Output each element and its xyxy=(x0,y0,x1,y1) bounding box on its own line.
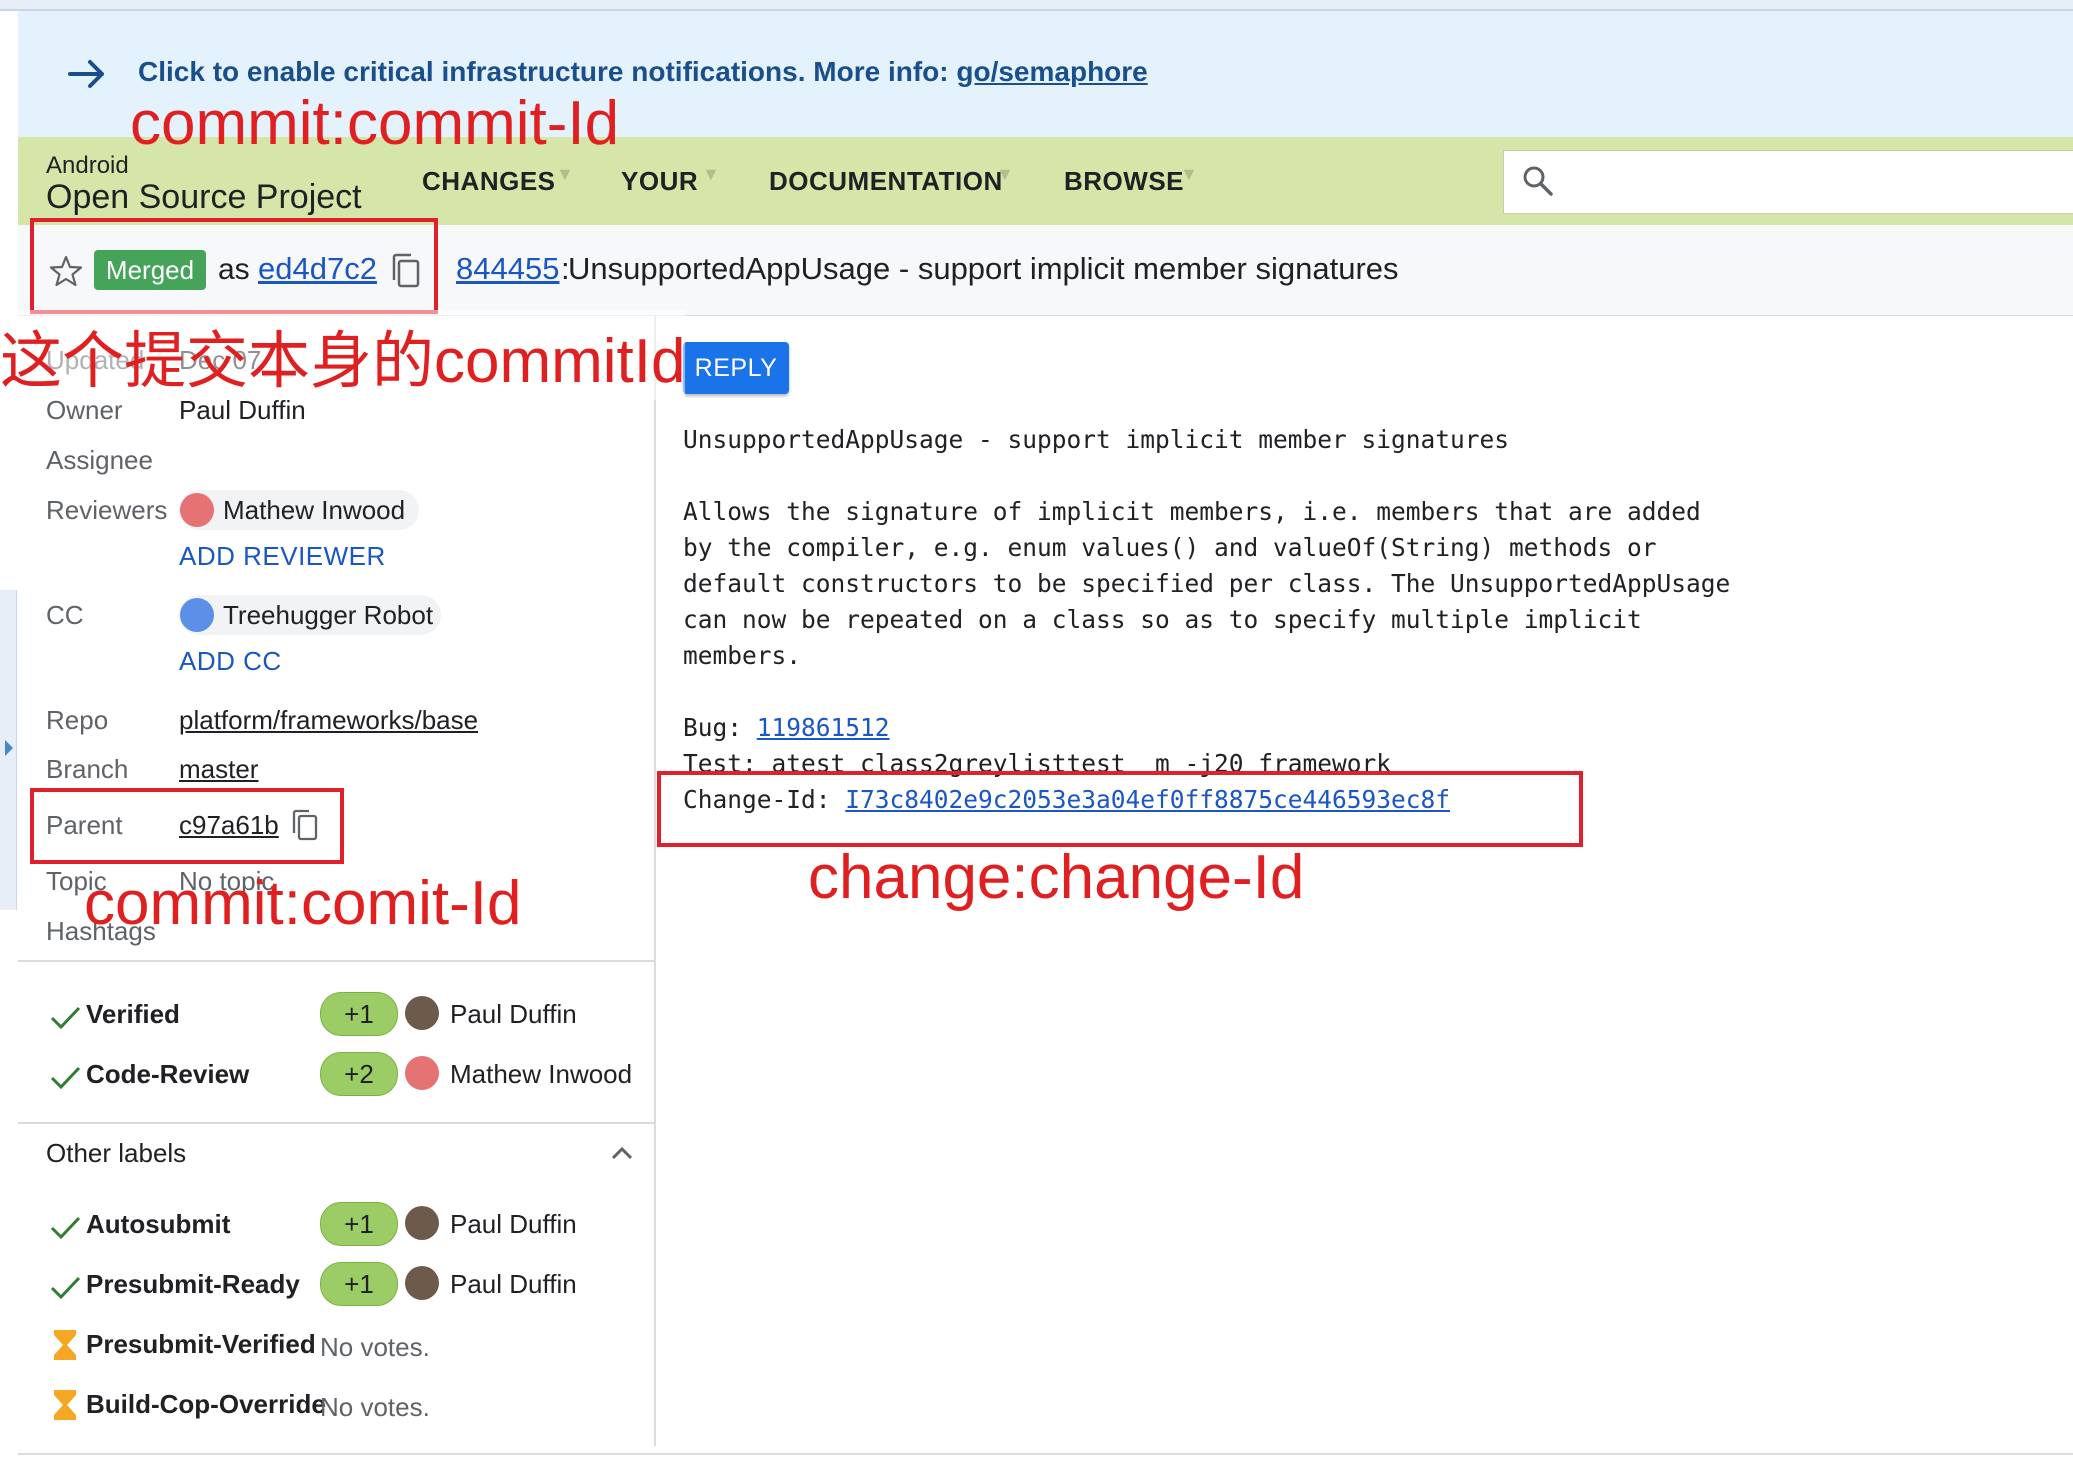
reviewers-label: Reviewers xyxy=(46,495,168,525)
commit-body-line: by the compiler, e.g. enum values() and … xyxy=(683,533,1657,562)
branch-link[interactable]: master xyxy=(179,754,258,785)
annotation-text: commit:commit-Id xyxy=(130,89,620,158)
label-verified: Verified xyxy=(86,999,180,1029)
nav-documentation[interactable]: DOCUMENTATION xyxy=(769,166,1003,197)
voter-name: Paul Duffin xyxy=(450,1209,577,1239)
branch-label: Branch xyxy=(46,754,129,784)
change-title: UnsupportedAppUsage - support implicit m… xyxy=(568,251,1399,286)
avatar xyxy=(405,1056,439,1090)
check-icon xyxy=(50,1066,81,1090)
commit-subject: UnsupportedAppUsage - support implicit m… xyxy=(683,425,1510,454)
banner-message: Click to enable critical infrastructure … xyxy=(138,56,957,87)
annotation-box xyxy=(657,771,1583,847)
repo-label: Repo xyxy=(46,705,109,735)
nav-your[interactable]: YOUR xyxy=(621,166,698,197)
avatar xyxy=(405,996,439,1030)
add-reviewer-button[interactable]: ADD REVIEWER xyxy=(179,541,386,572)
vote-chip[interactable]: +2 xyxy=(320,1052,398,1096)
search-input[interactable] xyxy=(1503,150,2073,214)
banner-text: Click to enable critical infrastructure … xyxy=(138,56,1148,88)
no-votes-text: No votes. xyxy=(320,1392,430,1422)
commit-body-line: members. xyxy=(683,641,802,670)
annotation-box xyxy=(30,788,344,864)
chevron-up-icon[interactable] xyxy=(608,1140,636,1168)
vote-chip[interactable]: +1 xyxy=(320,1202,398,1246)
bug-line: Bug: 119861512 xyxy=(683,713,890,742)
annotation-box xyxy=(30,218,438,314)
annotation-text: 这个提交本身的commitId xyxy=(0,310,686,400)
hourglass-icon xyxy=(54,1390,76,1420)
assignee-label: Assignee xyxy=(46,445,153,475)
annotation-text: commit:comit-Id xyxy=(84,869,522,938)
check-icon xyxy=(50,1276,81,1300)
bug-link[interactable]: 119861512 xyxy=(757,713,890,742)
brand-title[interactable]: Open Source Project xyxy=(46,178,362,217)
arrow-right-icon[interactable] xyxy=(64,50,112,98)
annotation-text: change:change-Id xyxy=(808,843,1305,912)
chevron-down-icon: ▼ xyxy=(702,164,720,184)
bug-label: Bug: xyxy=(683,713,757,742)
check-icon xyxy=(50,1216,81,1240)
divider xyxy=(18,960,654,962)
avatar xyxy=(180,598,214,632)
vote-chip[interactable]: +1 xyxy=(320,1262,398,1306)
voter-name: Paul Duffin xyxy=(450,1269,577,1299)
label-presubmit-ready: Presubmit-Ready xyxy=(86,1269,300,1299)
nav-changes[interactable]: CHANGES xyxy=(422,166,556,197)
chevron-down-icon: ▼ xyxy=(1180,164,1198,184)
label-code-review: Code-Review xyxy=(86,1059,250,1089)
label-build-cop-override: Build-Cop-Override xyxy=(86,1389,326,1419)
other-labels-title[interactable]: Other labels xyxy=(46,1138,186,1169)
label-autosubmit: Autosubmit xyxy=(86,1209,231,1239)
avatar xyxy=(180,493,214,527)
caret-right-icon[interactable] xyxy=(4,738,14,758)
check-icon xyxy=(50,1006,81,1030)
cc-label: CC xyxy=(46,600,84,630)
nav-browse[interactable]: BROWSE xyxy=(1064,166,1184,197)
avatar xyxy=(405,1206,439,1240)
brand-subtitle[interactable]: Android xyxy=(46,152,129,180)
no-votes-text: No votes. xyxy=(320,1332,430,1362)
footer-divider xyxy=(18,1453,2073,1455)
reviewer-name[interactable]: Mathew Inwood xyxy=(223,495,405,526)
search-icon[interactable] xyxy=(1520,163,1556,199)
chevron-down-icon: ▼ xyxy=(996,164,1014,184)
commit-body-line: can now be repeated on a class so as to … xyxy=(683,605,1642,634)
chevron-down-icon: ▼ xyxy=(556,164,574,184)
repo-link[interactable]: platform/frameworks/base xyxy=(179,705,478,736)
reply-button[interactable]: REPLY xyxy=(683,342,789,394)
commit-body-line: Allows the signature of implicit members… xyxy=(683,497,1701,526)
banner-link[interactable]: go/semaphore xyxy=(956,56,1147,87)
vote-chip[interactable]: +1 xyxy=(320,992,398,1036)
avatar xyxy=(405,1266,439,1300)
label-presubmit-verified: Presubmit-Verified xyxy=(86,1329,316,1359)
top-edge xyxy=(0,0,2073,11)
commit-body-line: default constructors to be specified per… xyxy=(683,569,1731,598)
voter-name: Paul Duffin xyxy=(450,999,577,1029)
add-cc-button[interactable]: ADD CC xyxy=(179,646,282,677)
cc-name[interactable]: Treehugger Robot xyxy=(223,600,433,631)
hourglass-icon xyxy=(54,1330,76,1360)
divider xyxy=(18,1122,654,1124)
change-number-link[interactable]: 844455 xyxy=(456,251,559,287)
voter-name: Mathew Inwood xyxy=(450,1059,633,1089)
